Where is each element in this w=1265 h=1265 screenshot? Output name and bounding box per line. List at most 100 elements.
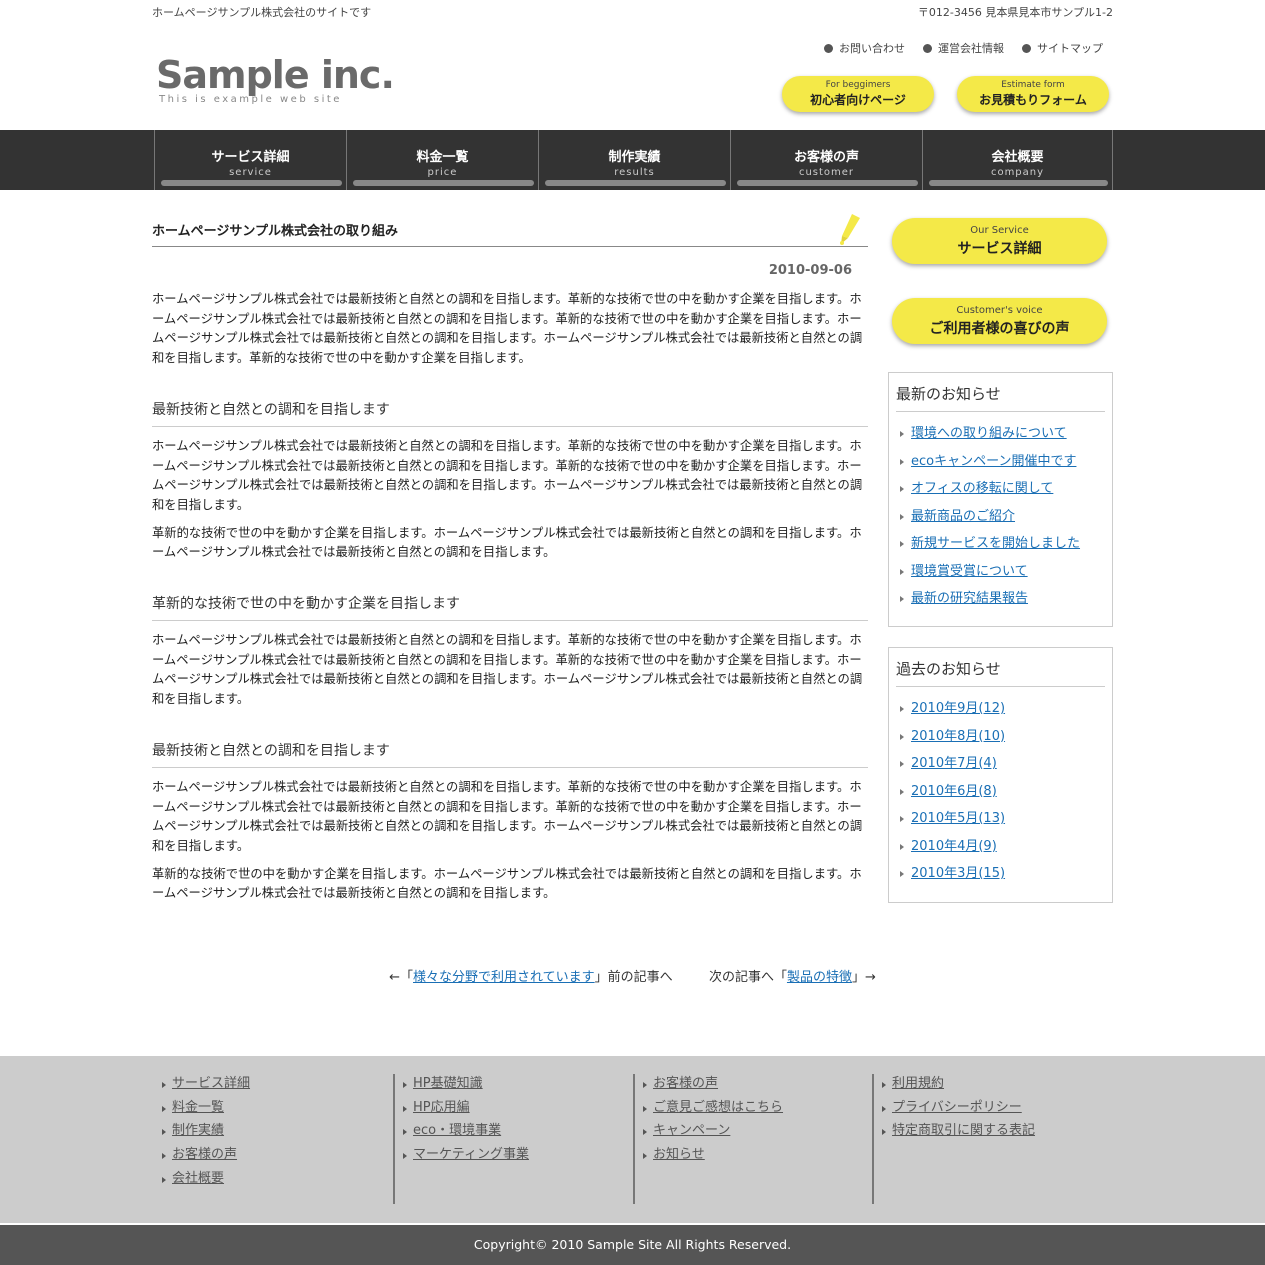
site-logo[interactable]: Sample inc. This is example web site [156, 52, 395, 105]
nav-item-customer[interactable]: お客様の声 customer [730, 130, 922, 190]
customer-voice-button[interactable]: Customer's voice ご利用者様の喜びの声 [892, 298, 1107, 344]
list-item: 2010年8月(10) [896, 723, 1105, 751]
archive-link[interactable]: 2010年3月(15) [911, 866, 1005, 881]
footer-link[interactable]: ご意見ご感想はこちら [653, 1100, 783, 1115]
prev-article-link[interactable]: 様々な分野で利用されています [413, 970, 595, 985]
list-item: 2010年6月(8) [896, 778, 1105, 806]
article-intro: ホームページサンプル株式会社では最新技術と自然との調和を目指します。革新的な技術… [152, 292, 863, 366]
nav-item-results[interactable]: 制作実績 results [538, 130, 730, 190]
news-link[interactable]: オフィスの移転に関して [911, 481, 1053, 496]
footer-link[interactable]: お知らせ [653, 1147, 705, 1162]
list-item: 新規サービスを開始しました [896, 530, 1105, 558]
list-item: 2010年7月(4) [896, 750, 1105, 778]
footer: サービス詳細 料金一覧 制作実績 お客様の声 会社概要 HP基礎知識 HP応用編… [0, 1056, 1265, 1223]
list-item: 環境への取り組みについて [896, 420, 1105, 448]
list-item: 2010年4月(9) [896, 833, 1105, 861]
footer-link[interactable]: 特定商取引に関する表記 [892, 1123, 1035, 1138]
bullet-icon [824, 43, 833, 53]
footer-link[interactable]: お客様の声 [653, 1076, 718, 1091]
news-link[interactable]: ecoキャンペーン開催中です [911, 454, 1076, 469]
footer-column-3: お客様の声 ご意見ご感想はこちら キャンペーン お知らせ [641, 1072, 783, 1167]
list-item: オフィスの移転に関して [896, 475, 1105, 503]
past-news-title: 過去のお知らせ [896, 658, 1105, 687]
sidebar: Our Service サービス詳細 Customer's voice ご利用者… [888, 210, 1113, 903]
footer-link[interactable]: 制作実績 [172, 1123, 224, 1138]
contact-link[interactable]: お問い合わせ [824, 40, 905, 56]
section-heading: 革新的な技術で世の中を動かす企業を目指します [152, 593, 868, 622]
footer-link[interactable]: HP基礎知識 [413, 1076, 483, 1091]
nav-item-company[interactable]: 会社概要 company [922, 130, 1113, 190]
latest-news-box: 最新のお知らせ 環境への取り組みについて ecoキャンペーン開催中です オフィス… [888, 372, 1113, 627]
archive-link[interactable]: 2010年7月(4) [911, 756, 997, 771]
nav-underline [929, 180, 1108, 186]
main-article: ホームページサンプル株式会社の取り組み 2010-09-06 ホームページサンプ… [152, 210, 868, 912]
company-info-link[interactable]: 運営会社情報 [923, 40, 1004, 56]
list-item: 2010年5月(13) [896, 805, 1105, 833]
archive-link[interactable]: 2010年4月(9) [911, 839, 997, 854]
footer-column-2: HP基礎知識 HP応用編 eco・環境事業 マーケティング事業 [401, 1072, 529, 1167]
footer-divider [633, 1074, 635, 1204]
news-link[interactable]: 最新商品のご紹介 [911, 509, 1015, 524]
section-heading: 最新技術と自然との調和を目指します [152, 740, 868, 768]
copyright: Copyright© 2010 Sample Site All Rights R… [0, 1223, 1265, 1265]
footer-divider [872, 1074, 874, 1204]
past-news-box: 過去のお知らせ 2010年9月(12) 2010年8月(10) 2010年7月(… [888, 647, 1113, 903]
footer-link[interactable]: 料金一覧 [172, 1100, 224, 1115]
news-link[interactable]: 環境への取り組みについて [911, 426, 1067, 441]
utility-links: お問い合わせ 運営会社情報 サイトマップ [824, 40, 1103, 56]
estimate-form-button[interactable]: Estimate form お見積もりフォーム [957, 76, 1109, 112]
nav-underline [545, 180, 726, 186]
list-item: 2010年3月(15) [896, 860, 1105, 888]
list-item: ecoキャンペーン開催中です [896, 448, 1105, 476]
news-link[interactable]: 新規サービスを開始しました [911, 536, 1080, 551]
archive-link[interactable]: 2010年6月(8) [911, 784, 997, 799]
footer-link[interactable]: お客様の声 [172, 1147, 237, 1162]
section-paragraph: ホームページサンプル株式会社では最新技術と自然との調和を目指します。革新的な技術… [152, 438, 863, 512]
news-link[interactable]: 環境賞受賞について [911, 564, 1028, 579]
top-bar: ホームページサンプル株式会社のサイトです 〒012-3456 見本県見本市サンプ… [0, 0, 1265, 22]
footer-column-4: 利用規約 プライバシーポリシー 特定商取引に関する表記 [880, 1072, 1035, 1143]
footer-link[interactable]: HP応用編 [413, 1100, 470, 1115]
our-service-button[interactable]: Our Service サービス詳細 [892, 218, 1107, 264]
nav-underline [161, 180, 342, 186]
section-paragraph: 革新的な技術で世の中を動かす企業を目指します。ホームページサンプル株式会社では最… [152, 525, 862, 560]
company-address: 〒012-3456 見本県見本市サンプル1-2 [917, 6, 1113, 19]
archive-link[interactable]: 2010年5月(13) [911, 811, 1005, 826]
beginners-button[interactable]: For beggimers 初心者向けページ [782, 76, 934, 112]
pencil-icon [840, 214, 860, 245]
footer-link[interactable]: サービス詳細 [172, 1076, 250, 1091]
footer-divider [393, 1074, 395, 1204]
footer-link[interactable]: マーケティング事業 [413, 1147, 529, 1162]
footer-link[interactable]: 利用規約 [892, 1076, 944, 1091]
section-paragraph: ホームページサンプル株式会社では最新技術と自然との調和を目指します。革新的な技術… [152, 779, 863, 853]
section-paragraph: ホームページサンプル株式会社では最新技術と自然との調和を目指します。革新的な技術… [152, 633, 863, 707]
sitemap-link[interactable]: サイトマップ [1022, 40, 1103, 56]
list-item: 最新の研究結果報告 [896, 585, 1105, 613]
news-link[interactable]: 最新の研究結果報告 [911, 591, 1028, 606]
nav-item-service[interactable]: サービス詳細 service [154, 130, 346, 190]
footer-link[interactable]: eco・環境事業 [413, 1123, 501, 1138]
footer-link[interactable]: プライバシーポリシー [892, 1100, 1022, 1115]
global-nav: サービス詳細 service 料金一覧 price 制作実績 results お… [0, 130, 1265, 190]
next-article-link[interactable]: 製品の特徴 [787, 970, 852, 985]
archive-link[interactable]: 2010年8月(10) [911, 729, 1005, 744]
article-date: 2010-09-06 [768, 263, 852, 278]
footer-link[interactable]: 会社概要 [172, 1171, 224, 1186]
site-tagline: ホームページサンプル株式会社のサイトです [152, 6, 372, 19]
list-item: 2010年9月(12) [896, 695, 1105, 723]
article-pager: ←「様々な分野で利用されています」前の記事へ 次の記事へ「製品の特徴」→ [389, 970, 876, 985]
latest-news-title: 最新のお知らせ [896, 383, 1105, 412]
nav-underline [737, 180, 918, 186]
bullet-icon [923, 43, 932, 53]
article-title: ホームページサンプル株式会社の取り組み [152, 210, 868, 247]
logo-name: Sample inc. [156, 53, 395, 97]
footer-column-1: サービス詳細 料金一覧 制作実績 お客様の声 会社概要 [160, 1072, 250, 1191]
list-item: 環境賞受賞について [896, 558, 1105, 586]
archive-link[interactable]: 2010年9月(12) [911, 701, 1005, 716]
bullet-icon [1022, 43, 1031, 53]
section-heading: 最新技術と自然との調和を目指します [152, 399, 868, 427]
nav-underline [353, 180, 534, 186]
footer-link[interactable]: キャンペーン [653, 1123, 730, 1138]
nav-item-price[interactable]: 料金一覧 price [346, 130, 538, 190]
section-paragraph: 革新的な技術で世の中を動かす企業を目指します。ホームページサンプル株式会社では最… [152, 866, 862, 901]
